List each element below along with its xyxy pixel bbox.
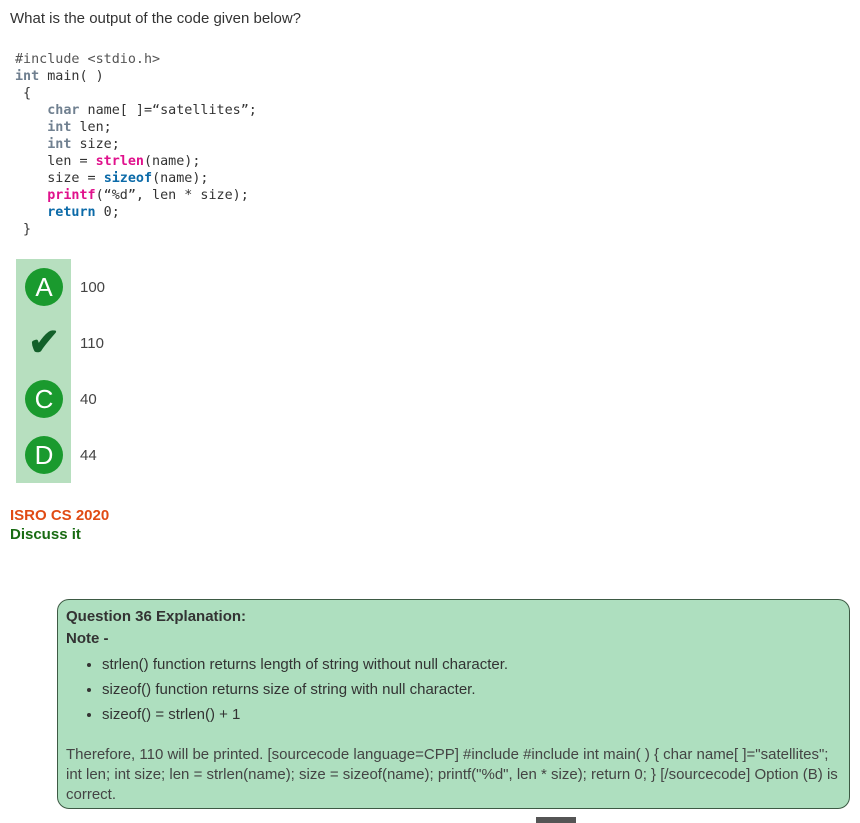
option-c-badge: C <box>25 380 63 418</box>
code-token: size = <box>15 171 104 186</box>
option-b[interactable]: ✔ 110 <box>16 315 416 371</box>
checkmark-icon: ✔ <box>28 322 60 364</box>
explanation-paragraph: Therefore, 110 will be printed. [sourcec… <box>66 746 838 803</box>
code-token: int <box>47 120 72 135</box>
code-token: #include <stdio.h> <box>15 52 161 67</box>
code-line: int size; <box>15 137 120 152</box>
code-token: printf <box>47 188 96 203</box>
code-line: int main( ) <box>15 69 104 84</box>
source-link[interactable]: ISRO CS 2020 <box>10 507 109 524</box>
option-a-text: 100 <box>80 278 106 296</box>
code-token: strlen <box>95 154 144 169</box>
code-line: return 0; <box>15 205 120 220</box>
discuss-link[interactable]: Discuss it <box>10 526 81 543</box>
code-line: size = sizeof(name); <box>15 171 209 186</box>
code-token: main( ) <box>39 69 104 84</box>
scroll-indicator[interactable] <box>536 817 576 823</box>
code-token: 0; <box>95 205 120 220</box>
code-token: { <box>15 86 32 101</box>
question-text: What is the output of the code given bel… <box>10 10 302 27</box>
option-c[interactable]: C 40 <box>16 371 416 427</box>
option-d[interactable]: D 44 <box>16 427 416 483</box>
list-item: strlen() function returns length of stri… <box>102 652 841 677</box>
code-token: (name); <box>152 171 209 186</box>
option-b-text: 110 <box>80 334 104 352</box>
code-token: } <box>15 222 32 237</box>
explanation-list: strlen() function returns length of stri… <box>66 652 841 727</box>
code-line: { <box>15 86 31 101</box>
code-token: sizeof <box>103 171 153 186</box>
code-token: int <box>47 137 72 152</box>
option-d-text: 44 <box>80 446 97 464</box>
option-d-badge: D <box>25 436 63 474</box>
code-line: #include <stdio.h> <box>15 52 160 67</box>
code-token: len = <box>15 154 96 169</box>
explanation-title: Question 36 Explanation: <box>66 608 247 625</box>
code-block: #include <stdio.h> int main( ) { char na… <box>15 51 257 238</box>
code-line: char name[ ]=“satellites”; <box>15 103 257 118</box>
list-item: sizeof() function returns size of string… <box>102 677 841 702</box>
code-token: return <box>47 205 96 220</box>
option-c-text: 40 <box>80 390 97 408</box>
code-token: char <box>47 103 80 118</box>
code-token: len; <box>71 120 112 135</box>
explanation-note: Note - <box>66 630 109 647</box>
code-line: printf(“%d”, len * size); <box>15 188 249 203</box>
code-token: int <box>15 69 40 84</box>
code-token: name[ ]=“satellites”; <box>79 103 257 118</box>
explanation-box: Question 36 Explanation: Note - strlen()… <box>57 599 850 809</box>
code-token: (“%d”, len * size); <box>95 188 249 203</box>
option-a-badge: A <box>25 268 63 306</box>
option-a[interactable]: A 100 <box>16 259 416 315</box>
code-line: int len; <box>15 120 112 135</box>
code-token: size; <box>71 137 120 152</box>
code-line: } <box>15 222 31 237</box>
code-line: len = strlen(name); <box>15 154 200 169</box>
code-token: (name); <box>144 154 201 169</box>
list-item: sizeof() = strlen() + 1 <box>102 702 841 727</box>
